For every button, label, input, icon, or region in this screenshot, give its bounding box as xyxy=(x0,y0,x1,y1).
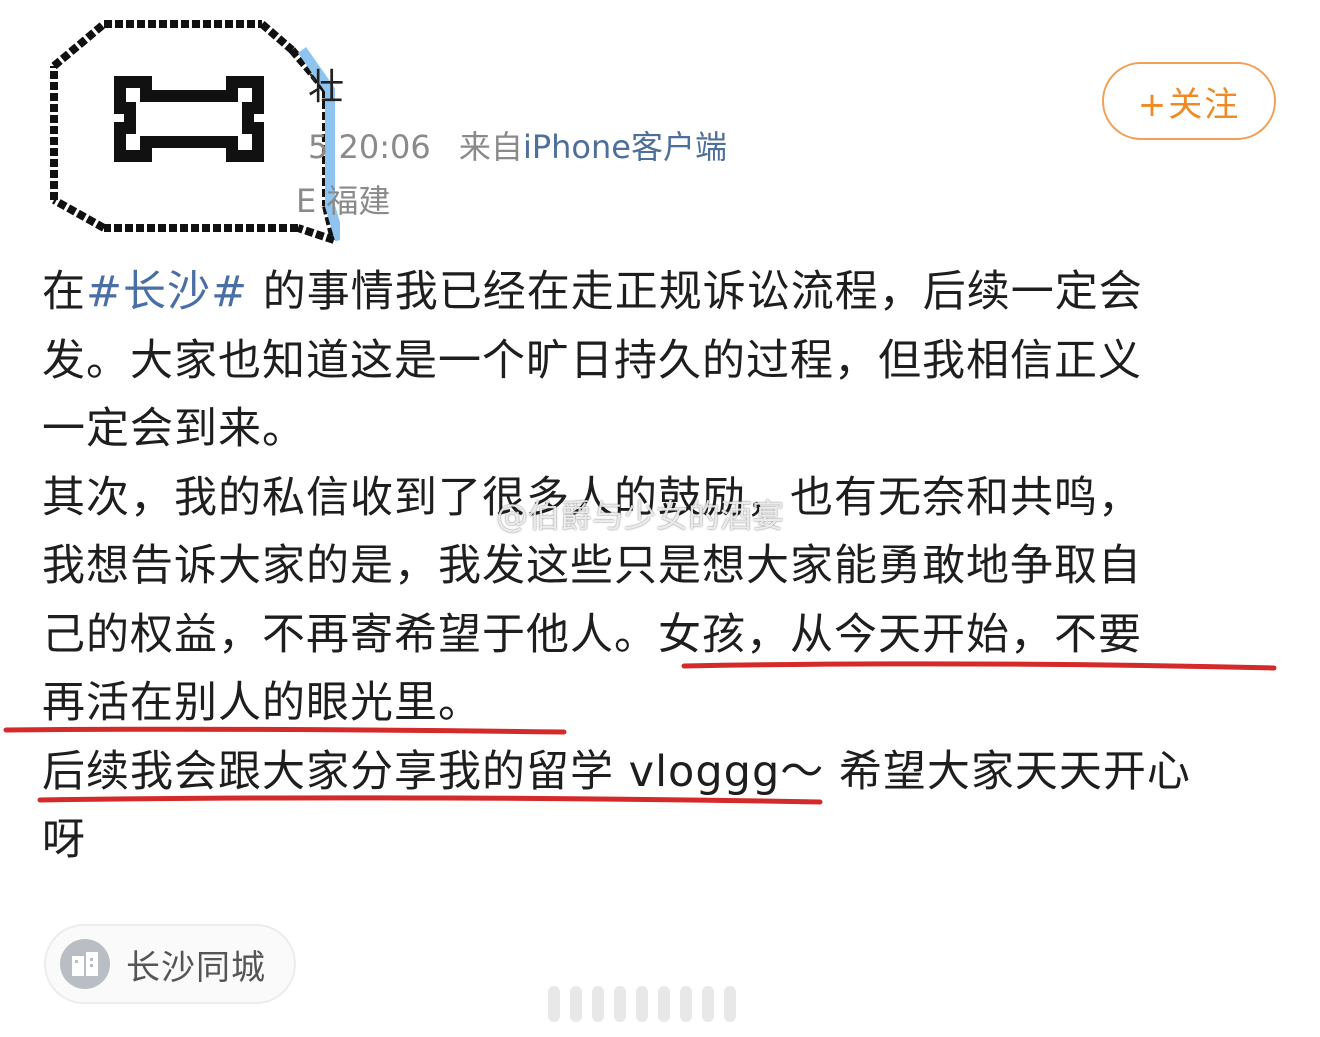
post-line: 再活在别人的眼光里。 xyxy=(42,678,482,728)
post-line1-rest: 的事情我已经在走正规诉讼流程，后续一定会 xyxy=(248,267,1143,317)
client-link[interactable]: iPhone客户端 xyxy=(523,128,727,166)
from-label: 来自 xyxy=(458,128,523,166)
pager-dot xyxy=(548,986,560,1022)
post-line: 我想告诉大家的是，我发这些只是想大家能勇敢地争取自 xyxy=(42,541,1142,591)
post-line: 在#长沙# 的事情我已经在走正规诉讼流程，后续一定会 xyxy=(42,258,1282,327)
pager-dot xyxy=(724,986,736,1022)
topic-tag[interactable]: #长沙# xyxy=(86,267,248,317)
weibo-watermark: @伯爵与少女的酒宴 xyxy=(496,497,785,535)
pager-dot xyxy=(702,986,714,1022)
post-line: 发。大家也知道这是一个旷日持久的过程，但我相信正义 xyxy=(42,335,1142,386)
post-header: 壮 5 20:06 来自iPhone客户端 E 福建 +关注 xyxy=(0,0,1320,250)
pager-dot xyxy=(614,986,626,1022)
location-chip-label: 长沙同城 xyxy=(126,947,266,988)
building-icon xyxy=(60,939,110,989)
location-chip[interactable]: 长沙同城 xyxy=(44,924,296,1004)
post-line: 一定会到来。 xyxy=(42,404,306,454)
pager-dot xyxy=(570,986,582,1022)
pager-dot xyxy=(658,986,670,1022)
pager-dot xyxy=(636,986,648,1022)
post-line: 己的权益，不再寄希望于他人。女孩，从今天开始，不要 xyxy=(42,609,1142,660)
post-prefix: 在 xyxy=(42,267,86,317)
post-line: 呀 xyxy=(42,815,86,865)
bone-sticker-icon xyxy=(50,20,340,244)
post-line: 后续我会跟大家分享我的留学 vloggg～ 希望大家天天开心 xyxy=(42,746,1191,797)
username[interactable]: 壮 xyxy=(308,64,344,112)
image-pager xyxy=(548,986,736,1022)
post-body: 在#长沙# 的事情我已经在走正规诉讼流程，后续一定会 发。大家也知道这是一个旷日… xyxy=(42,258,1282,875)
pager-dot xyxy=(592,986,604,1022)
post-time: 5 20:06 来自iPhone客户端 xyxy=(308,126,727,168)
ip-location: E 福建 xyxy=(296,182,391,220)
pager-dot xyxy=(680,986,692,1022)
timestamp: 5 20:06 xyxy=(308,128,431,166)
follow-button[interactable]: +关注 xyxy=(1102,62,1276,140)
